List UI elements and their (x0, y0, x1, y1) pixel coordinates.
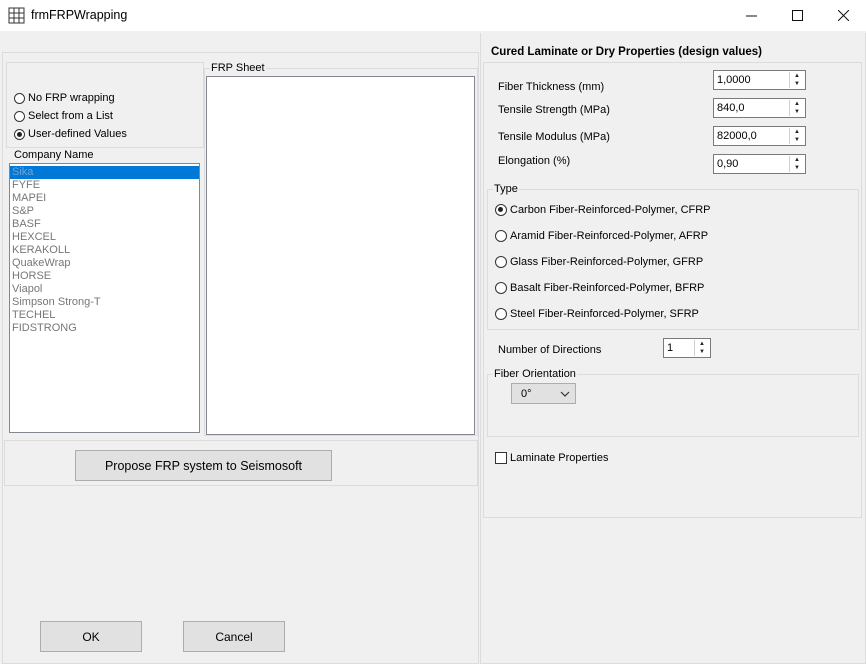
tensile-modulus-input[interactable]: 82000,0 ▲ ▼ (713, 126, 806, 146)
maximize-icon (791, 10, 803, 21)
list-item[interactable]: BASF (10, 218, 199, 231)
spin-up-icon[interactable]: ▲ (790, 156, 804, 164)
list-item[interactable]: Viapol (10, 283, 199, 296)
list-item[interactable]: Simpson Strong-T (10, 296, 199, 309)
tensile-strength-value: 840,0 (717, 102, 745, 114)
radio-label: Basalt Fiber-Reinforced-Polymer, BFRP (510, 282, 705, 294)
list-item[interactable]: Sika (10, 166, 199, 179)
radio-label: Glass Fiber-Reinforced-Polymer, GFRP (510, 256, 704, 268)
radio-indicator (14, 110, 25, 122)
spinner[interactable]: ▲ ▼ (789, 72, 804, 88)
radio-indicator (495, 204, 507, 216)
radio-label: Aramid Fiber-Reinforced-Polymer, AFRP (510, 230, 709, 242)
tensile-strength-input[interactable]: 840,0 ▲ ▼ (713, 98, 806, 118)
list-item[interactable]: HEXCEL (10, 231, 199, 244)
radio-select-list[interactable]: Select from a List (14, 110, 113, 122)
radio-bfrp[interactable]: Basalt Fiber-Reinforced-Polymer, BFRP (495, 282, 704, 294)
radio-afrp[interactable]: Aramid Fiber-Reinforced-Polymer, AFRP (495, 230, 708, 242)
spin-up-icon[interactable]: ▲ (790, 72, 804, 80)
list-item[interactable]: MAPEI (10, 192, 199, 205)
radio-cfrp[interactable]: Carbon Fiber-Reinforced-Polymer, CFRP (495, 204, 711, 216)
radio-no-frp[interactable]: No FRP wrapping (14, 92, 115, 104)
frp-sheet-listbox[interactable] (206, 76, 475, 435)
minimize-button[interactable] (728, 0, 774, 31)
directions-label: Number of Directions (498, 344, 602, 356)
radio-indicator (495, 308, 507, 320)
laminate-label: Laminate Properties (510, 452, 609, 464)
spin-up-icon[interactable]: ▲ (790, 100, 804, 108)
radio-label: Carbon Fiber-Reinforced-Polymer, CFRP (510, 204, 711, 216)
elongation-value: 0,90 (717, 158, 739, 170)
list-item[interactable]: KERAKOLL (10, 244, 199, 257)
spin-down-icon[interactable]: ▼ (695, 348, 709, 356)
directions-value: 1 (667, 342, 674, 354)
list-item[interactable]: FYFE (10, 179, 199, 192)
spinner[interactable]: ▲ ▼ (789, 128, 804, 144)
tensile-modulus-label: Tensile Modulus (MPa) (498, 131, 610, 143)
company-label: Company Name (14, 149, 94, 161)
radio-label: Steel Fiber-Reinforced-Polymer, SFRP (510, 308, 699, 320)
tensile-modulus-value: 82000,0 (717, 130, 757, 142)
ok-button[interactable]: OK (40, 621, 142, 652)
spin-down-icon[interactable]: ▼ (790, 80, 804, 88)
list-item[interactable]: FIDSTRONG (10, 322, 199, 335)
radio-indicator (14, 128, 25, 140)
spin-up-icon[interactable]: ▲ (790, 128, 804, 136)
frp-sheet-label: FRP Sheet (210, 62, 266, 74)
radio-indicator (495, 282, 507, 294)
elongation-label: Elongation (%) (498, 155, 571, 167)
properties-heading: Cured Laminate or Dry Properties (design… (491, 46, 762, 58)
checkbox-indicator (495, 452, 507, 464)
spin-down-icon[interactable]: ▼ (790, 164, 804, 172)
close-button[interactable] (820, 0, 866, 31)
fiber-thickness-label: Fiber Thickness (mm) (498, 81, 605, 93)
radio-label: User-defined Values (28, 128, 127, 140)
maximize-button[interactable] (774, 0, 820, 31)
spin-up-icon[interactable]: ▲ (695, 340, 709, 348)
minimize-icon (745, 15, 757, 17)
radio-indicator (495, 230, 507, 242)
type-label: Type (493, 183, 519, 195)
elongation-input[interactable]: 0,90 ▲ ▼ (713, 154, 806, 174)
radio-gfrp[interactable]: Glass Fiber-Reinforced-Polymer, GFRP (495, 256, 703, 268)
orientation-select[interactable]: 0° (511, 383, 576, 404)
fiber-thickness-input[interactable]: 1,0000 ▲ ▼ (713, 70, 806, 90)
list-item[interactable]: S&P (10, 205, 199, 218)
directions-input[interactable]: 1 ▲ ▼ (663, 338, 711, 358)
cancel-button[interactable]: Cancel (183, 621, 285, 652)
orientation-value: 0° (521, 388, 532, 400)
app-icon (8, 7, 25, 24)
orientation-label: Fiber Orientation (493, 368, 577, 380)
radio-sfrp[interactable]: Steel Fiber-Reinforced-Polymer, SFRP (495, 308, 699, 320)
radio-label: No FRP wrapping (28, 92, 115, 104)
spinner[interactable]: ▲ ▼ (789, 156, 804, 172)
laminate-checkbox[interactable]: Laminate Properties (495, 452, 608, 464)
tensile-strength-label: Tensile Strength (MPa) (498, 104, 610, 116)
propose-frp-button[interactable]: Propose FRP system to Seismosoft (75, 450, 332, 481)
radio-indicator (495, 256, 507, 268)
window-title: frmFRPWrapping (31, 8, 128, 22)
close-icon (837, 10, 849, 21)
spinner[interactable]: ▲ ▼ (789, 100, 804, 116)
spinner[interactable]: ▲ ▼ (694, 340, 709, 356)
spin-down-icon[interactable]: ▼ (790, 136, 804, 144)
fiber-thickness-value: 1,0000 (717, 74, 751, 86)
radio-indicator (14, 92, 25, 104)
list-item[interactable]: QuakeWrap (10, 257, 199, 270)
spin-down-icon[interactable]: ▼ (790, 108, 804, 116)
chevron-down-icon (560, 391, 570, 397)
radio-user-defined[interactable]: User-defined Values (14, 128, 127, 140)
list-item[interactable]: HORSE (10, 270, 199, 283)
radio-label: Select from a List (28, 110, 113, 122)
list-item[interactable]: TECHEL (10, 309, 199, 322)
company-listbox[interactable]: Sika FYFE MAPEI S&P BASF HEXCEL KERAKOLL QuakeW… (9, 163, 200, 433)
